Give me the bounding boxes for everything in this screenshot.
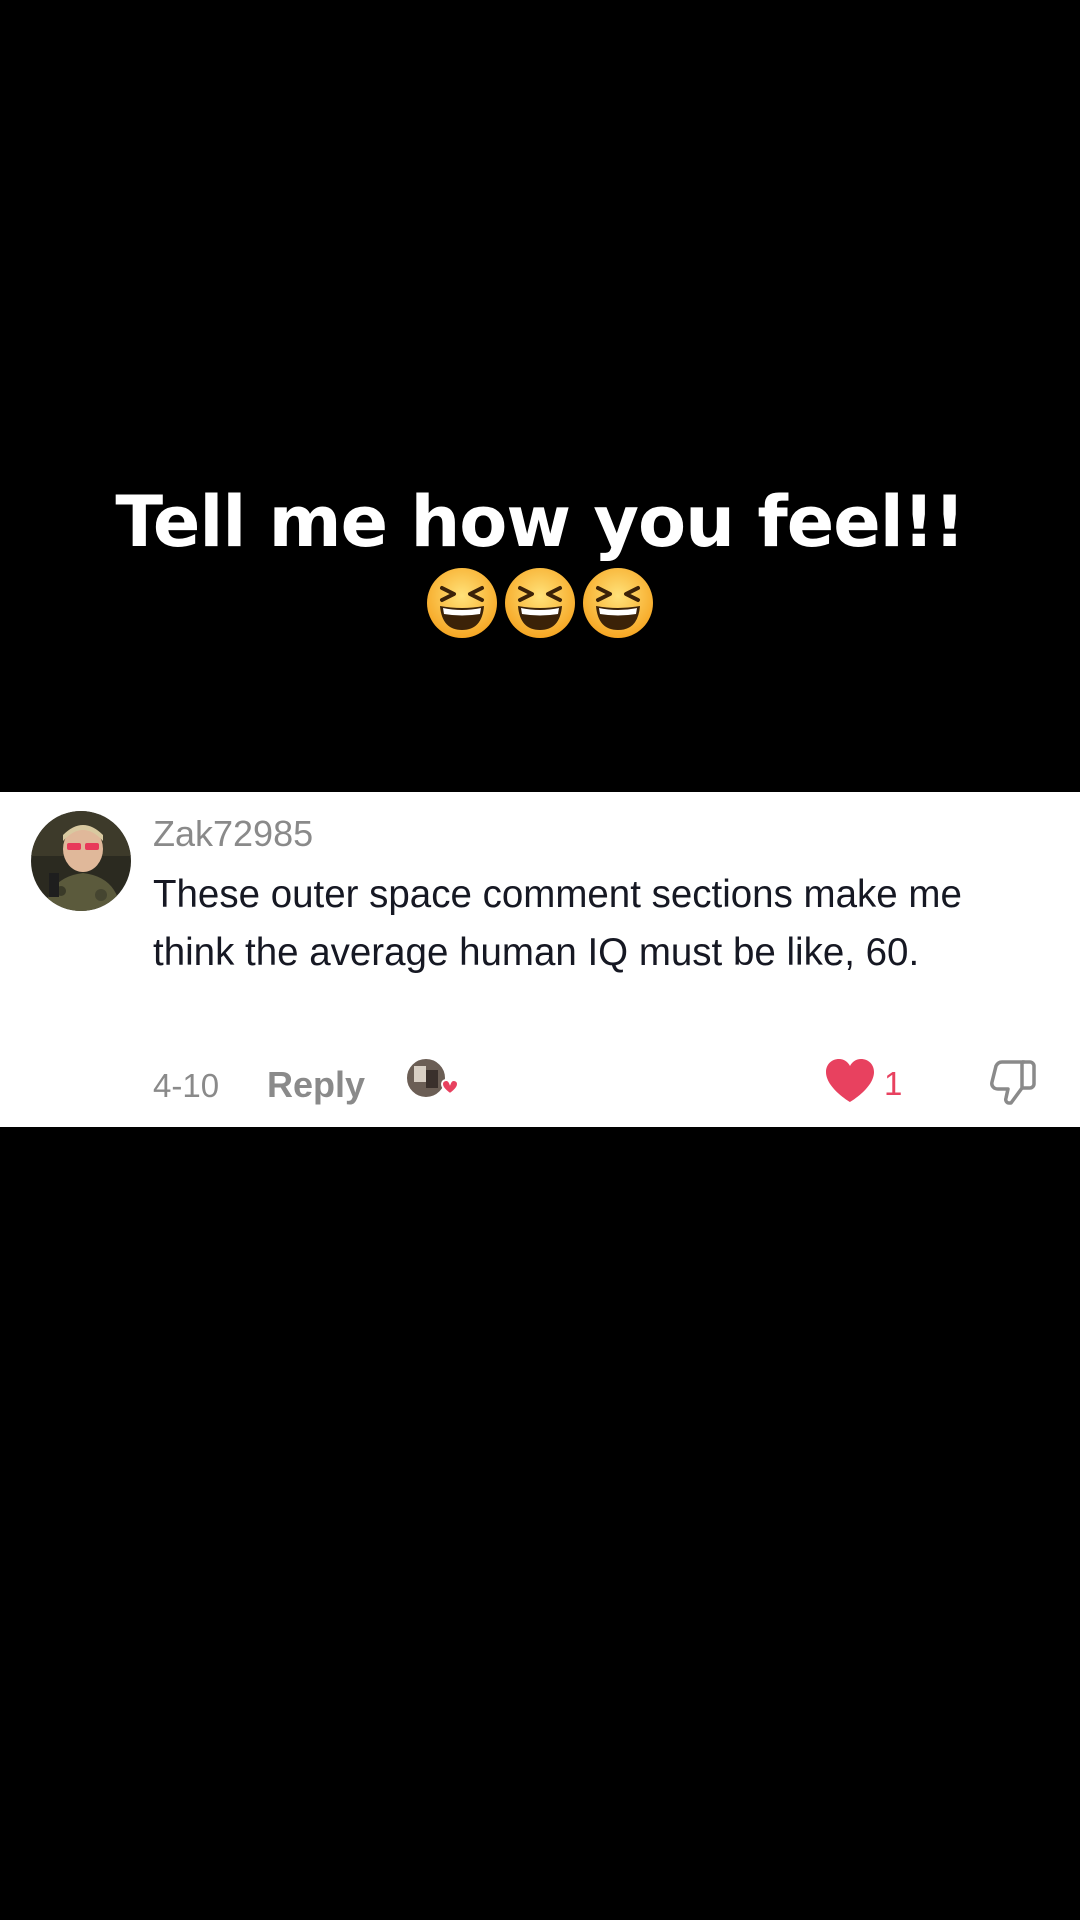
- caption-text: Tell me how you feel!!: [115, 481, 965, 563]
- laughing-face-emoji-icon: [583, 568, 653, 638]
- comment-text: These outer space comment sections make …: [153, 873, 962, 974]
- laughing-face-emoji-icon: [505, 568, 575, 638]
- creator-liked-badge-icon: [405, 1057, 460, 1099]
- thumbs-down-icon[interactable]: [988, 1056, 1038, 1106]
- avatar[interactable]: [31, 811, 131, 911]
- comment-username[interactable]: Zak72985: [153, 812, 313, 856]
- comment-date: 4-10: [153, 1067, 220, 1104]
- user-avatar-image: [31, 811, 131, 911]
- reply-button[interactable]: Reply: [267, 1064, 365, 1106]
- caption-emoji-row: [0, 566, 1080, 640]
- like-count: 1: [884, 1065, 903, 1102]
- video-caption: Tell me how you feel!!: [0, 480, 1080, 640]
- heart-icon[interactable]: [824, 1058, 876, 1104]
- comment-actions: 4-10 Reply 1: [0, 1054, 1080, 1114]
- laughing-face-emoji-icon: [427, 568, 497, 638]
- comment-card: Zak72985 These outer space comment secti…: [0, 792, 1080, 1127]
